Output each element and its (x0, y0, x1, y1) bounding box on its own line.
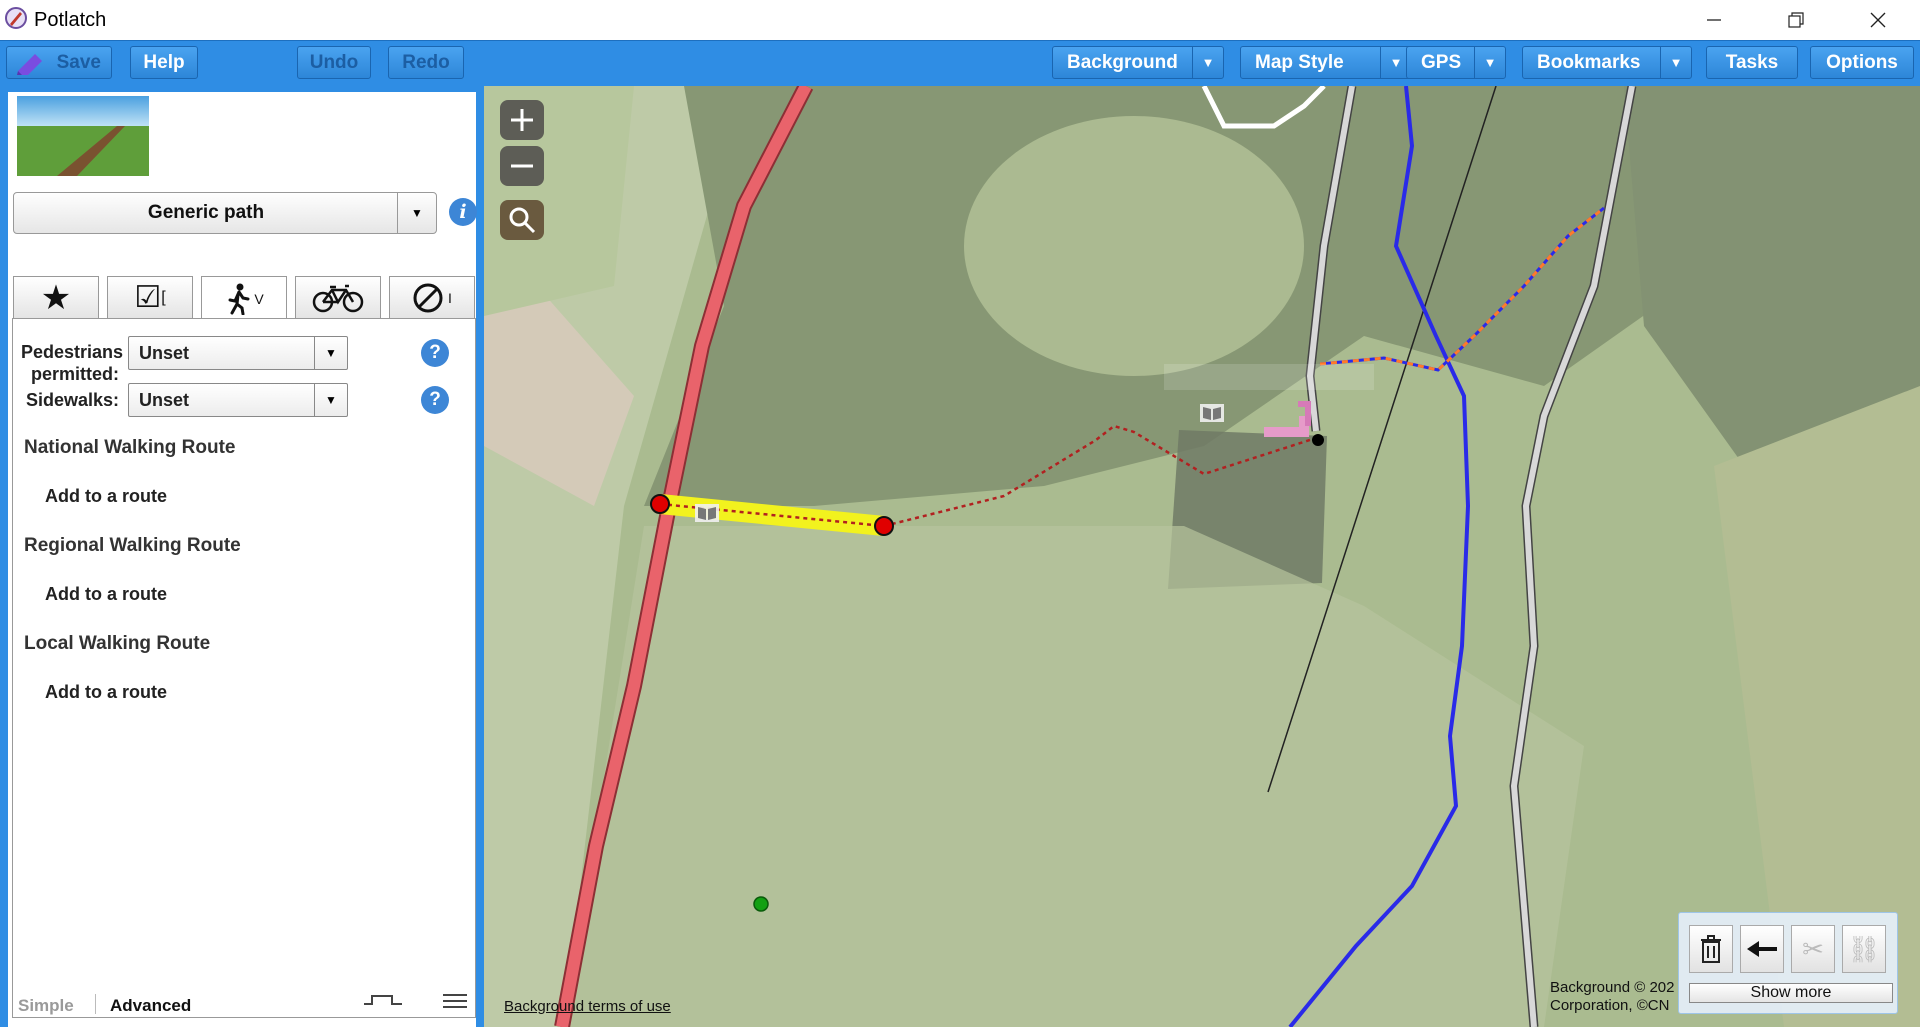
toolbar: Save Help Undo Redo Background ▼ Map Sty… (0, 40, 1920, 87)
undo-button[interactable]: Undo (297, 46, 371, 79)
split-button[interactable]: ✂ (1791, 925, 1835, 973)
save-pencil-icon (17, 54, 42, 75)
tab-cycling[interactable] (295, 276, 381, 318)
imagery-attribution: Background © 202 Corporation, ©CN (1550, 979, 1674, 1015)
window-title: Potlatch (34, 9, 107, 31)
checkbox-icon: ☑ (134, 281, 162, 314)
title-bar: Potlatch (0, 0, 1920, 40)
attribution-line2: Corporation, ©CN (1550, 997, 1670, 1014)
star-icon: ★ (40, 278, 72, 317)
guidepost-icon[interactable] (1200, 404, 1224, 422)
redo-button[interactable]: Redo (388, 46, 464, 79)
bookmarks-button[interactable]: Bookmarks ▼ (1522, 46, 1692, 79)
poi-node[interactable] (753, 896, 769, 912)
map-view (484, 86, 1920, 1027)
bookmarks-label: Bookmarks (1537, 51, 1641, 73)
add-regional-route-link[interactable]: Add to a route (45, 584, 167, 605)
sidewalks-label: Sidewalks: (25, 390, 119, 410)
regional-route-heading: Regional Walking Route (24, 535, 241, 556)
national-route-heading: National Walking Route (24, 437, 236, 458)
search-button[interactable] (500, 200, 544, 240)
restore-icon[interactable] (1768, 0, 1824, 40)
relation-icon[interactable] (362, 992, 404, 1010)
delete-button[interactable] (1689, 925, 1733, 973)
simple-mode-toggle[interactable]: Simple (18, 996, 74, 1016)
disconnect-button[interactable]: ⛓ (1842, 925, 1886, 973)
add-national-route-link[interactable]: Add to a route (45, 486, 167, 507)
map-style-label: Map Style (1255, 51, 1344, 73)
tab-details[interactable]: ☑ [ (107, 276, 193, 318)
chevron-down-icon[interactable]: ▼ (1660, 47, 1691, 78)
background-terms-link[interactable]: Background terms of use (504, 998, 671, 1015)
preset-dropdown[interactable]: Generic path ▼ (13, 192, 437, 234)
info-icon[interactable]: i (449, 198, 477, 226)
help-icon[interactable]: ? (421, 386, 449, 414)
pedestrians-permitted-label: Pedestrians permitted: (21, 341, 124, 385)
guidepost-icon[interactable] (695, 504, 719, 522)
help-icon[interactable]: ? (421, 339, 449, 367)
properties-panel-body: Generic path ▼ i ★ ☑ [ V I Pedestrians p… (8, 92, 477, 1027)
walking-tab-panel: Pedestrians permitted: Unset ▼ ? Sidewal… (12, 318, 476, 1018)
chevron-down-icon[interactable]: ▼ (397, 193, 436, 233)
pedestrians-label-line1: Pedestrians (21, 342, 124, 362)
tab-restrictions-suffix: I (448, 289, 452, 306)
arrow-left-icon (1747, 941, 1777, 957)
pedestrians-permitted-value: Unset (139, 343, 190, 363)
chevron-down-icon[interactable]: ▼ (314, 384, 347, 416)
show-more-button[interactable]: Show more (1689, 983, 1893, 1003)
link-icon: ⛓ (1847, 933, 1881, 964)
map-style-button[interactable]: Map Style ▼ (1240, 46, 1412, 79)
save-button[interactable]: Save (6, 46, 112, 79)
add-local-route-link[interactable]: Add to a route (45, 682, 167, 703)
junction-node[interactable] (1312, 434, 1324, 446)
path-preset-icon (17, 96, 149, 176)
local-route-heading: Local Walking Route (24, 633, 211, 654)
chevron-down-icon[interactable]: ▼ (1474, 47, 1505, 78)
tab-restrictions[interactable]: I (389, 276, 475, 318)
selected-node-end[interactable] (874, 516, 894, 536)
background-label: Background (1067, 51, 1178, 73)
tab-walking-suffix: V (254, 290, 264, 307)
background-button[interactable]: Background ▼ (1052, 46, 1224, 79)
attribution-line1: Background © 202 (1550, 979, 1675, 996)
help-button[interactable]: Help (130, 46, 198, 79)
gps-label: GPS (1421, 51, 1462, 73)
edit-palette: ✂ ⛓ Show more (1678, 912, 1898, 1014)
tasks-button[interactable]: Tasks (1706, 46, 1798, 79)
pedestrian-icon (228, 283, 250, 315)
zoom-in-button[interactable] (500, 100, 544, 140)
properties-panel: Generic path ▼ i ★ ☑ [ V I Pedestrians p… (0, 86, 484, 1027)
trash-icon (1701, 935, 1721, 963)
map-canvas[interactable]: Background terms of use Background © 202… (484, 86, 1920, 1027)
chevron-down-icon[interactable]: ▼ (314, 337, 347, 369)
search-icon (509, 207, 536, 234)
divider (95, 994, 96, 1014)
options-button[interactable]: Options (1810, 46, 1914, 79)
save-label: Save (56, 51, 101, 73)
tab-details-suffix: [ (161, 288, 166, 306)
potlatch-logo-icon (5, 7, 27, 29)
gps-button[interactable]: GPS ▼ (1406, 46, 1506, 79)
close-icon[interactable] (1850, 0, 1906, 40)
zoom-out-button[interactable] (500, 146, 544, 186)
tab-basic[interactable]: ★ (13, 276, 99, 318)
list-icon[interactable] (442, 992, 468, 1010)
advanced-mode-toggle[interactable]: Advanced (110, 996, 191, 1016)
bicycle-icon (312, 284, 364, 312)
minimize-icon[interactable] (1686, 0, 1742, 40)
scissors-icon: ✂ (1802, 933, 1824, 964)
preset-label: Generic path (147, 202, 265, 223)
selected-node-start[interactable] (650, 494, 670, 514)
sidewalks-value: Unset (139, 390, 190, 410)
tab-walking[interactable]: V (201, 276, 287, 320)
pedestrians-label-line2: permitted: (30, 364, 119, 384)
reverse-button[interactable] (1740, 925, 1784, 973)
chevron-down-icon[interactable]: ▼ (1192, 47, 1223, 78)
no-entry-icon (413, 283, 443, 312)
sidewalks-select[interactable]: Unset ▼ (128, 383, 348, 417)
pedestrians-permitted-select[interactable]: Unset ▼ (128, 336, 348, 370)
